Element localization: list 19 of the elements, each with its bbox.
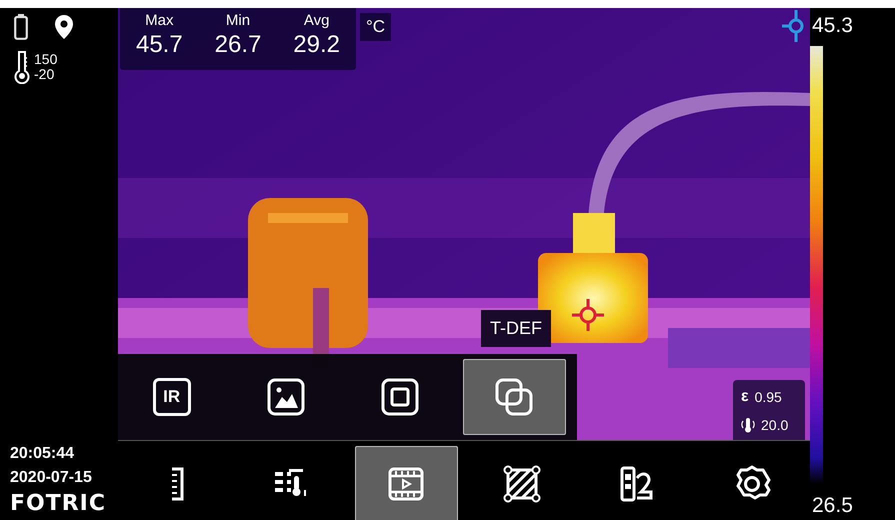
stat-value: 45.7: [136, 31, 183, 59]
stat-label: Min: [226, 12, 250, 29]
stat-value: 29.2: [293, 31, 340, 59]
scale-max-text: 45.3: [812, 14, 853, 38]
stat-value: 26.7: [214, 31, 262, 59]
stat-label: Max: [145, 12, 174, 29]
range-low-text: -20: [34, 67, 56, 82]
range-high-text: 150: [34, 52, 58, 67]
emissivity-symbol: ε: [741, 388, 749, 406]
time-text: 20:05:44: [10, 444, 76, 464]
scale-min-text: 26.5: [812, 494, 853, 518]
emissivity-value: 0.95: [754, 388, 782, 404]
stat-label: Avg: [304, 12, 330, 29]
mode-tooltip: T-DEF: [481, 310, 551, 347]
unit-label: °C: [360, 13, 392, 41]
ir-mode-button[interactable]: IR: [120, 359, 224, 435]
date-text: 2020-07-15: [10, 468, 93, 488]
brand-logo: FOTRIC: [10, 490, 108, 518]
reflected-temperature-value: 20.0: [761, 416, 788, 432]
